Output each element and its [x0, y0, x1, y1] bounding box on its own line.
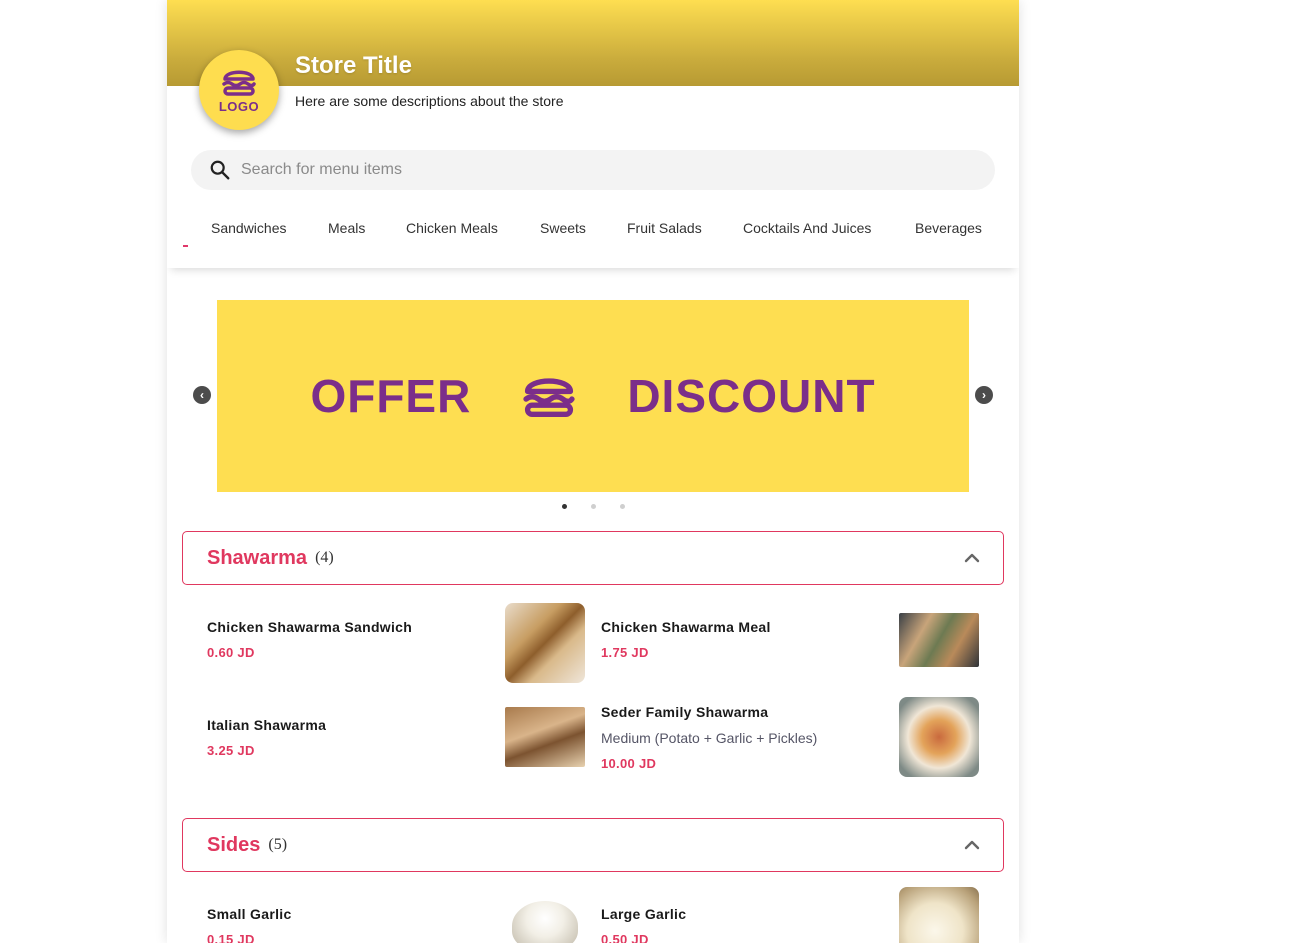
- store-description: Here are some descriptions about the sto…: [295, 93, 564, 109]
- logo-label: LOGO: [218, 98, 260, 114]
- carousel-next-button[interactable]: ›: [975, 386, 993, 404]
- chevron-up-icon: [964, 840, 980, 850]
- menu-item[interactable]: Seder Family Shawarma Medium (Potato + G…: [601, 697, 979, 777]
- item-image: [899, 697, 979, 777]
- item-name: Italian Shawarma: [207, 717, 327, 733]
- tab-cocktails-and-juices[interactable]: Cocktails And Juices: [743, 220, 871, 236]
- item-name: Seder Family Shawarma: [601, 704, 769, 720]
- search-icon: [210, 160, 230, 180]
- store-logo: LOGO: [199, 50, 279, 130]
- item-price: 0.60 JD: [207, 645, 255, 660]
- tab-chicken-meals[interactable]: Chicken Meals: [406, 220, 498, 236]
- item-name: Chicken Shawarma Meal: [601, 619, 771, 635]
- item-image: [512, 901, 578, 943]
- chevron-up-icon: [964, 553, 980, 563]
- active-tab-indicator: [183, 245, 188, 247]
- item-image: [505, 707, 585, 767]
- carousel-dot-3[interactable]: [619, 504, 625, 509]
- search-input[interactable]: [241, 161, 941, 179]
- burger-icon: [222, 70, 256, 96]
- section-header-shawarma[interactable]: Shawarma (4): [182, 531, 1004, 585]
- search-bar[interactable]: [191, 150, 995, 190]
- category-tabs: Sandwiches Meals Chicken Meals Sweets Fr…: [167, 198, 1019, 268]
- menu-page: LOGO Store Title Here are some descripti…: [167, 0, 1019, 943]
- carousel-prev-button[interactable]: ‹: [193, 386, 211, 404]
- item-image: [899, 613, 979, 667]
- discount-text: DISCOUNT: [627, 370, 876, 422]
- carousel-dots: [167, 504, 1019, 509]
- item-image: [899, 887, 979, 943]
- section-count: (4): [315, 549, 334, 566]
- item-image: [505, 603, 585, 683]
- item-price: 3.25 JD: [207, 743, 255, 758]
- item-price: 1.75 JD: [601, 645, 649, 660]
- item-name: Chicken Shawarma Sandwich: [207, 619, 413, 635]
- tab-sandwiches[interactable]: Sandwiches: [211, 220, 287, 236]
- menu-item[interactable]: Large Garlic 0.50 JD: [601, 887, 979, 943]
- tab-meals[interactable]: Meals: [328, 220, 365, 236]
- carousel-dot-1[interactable]: [561, 504, 567, 509]
- item-name: Small Garlic: [207, 906, 292, 922]
- offer-carousel-slide[interactable]: OFFER DISCOUNT: [217, 300, 969, 492]
- menu-item[interactable]: Chicken Shawarma Sandwich 0.60 JD: [207, 600, 585, 683]
- section-title: Sides: [207, 833, 261, 856]
- menu-item[interactable]: Italian Shawarma 3.25 JD: [207, 697, 585, 777]
- burger-icon: [523, 378, 575, 418]
- item-description: Medium (Potato + Garlic + Pickles): [601, 730, 818, 746]
- section-title: Shawarma: [207, 546, 308, 569]
- offer-text: OFFER: [310, 370, 472, 422]
- item-price: 10.00 JD: [601, 756, 657, 771]
- item-price: 0.15 JD: [207, 932, 255, 943]
- tab-sweets[interactable]: Sweets: [540, 220, 586, 236]
- tab-beverages[interactable]: Beverages: [915, 220, 982, 236]
- tab-fruit-salads[interactable]: Fruit Salads: [627, 220, 702, 236]
- item-price: 0.50 JD: [601, 932, 649, 943]
- menu-item[interactable]: Small Garlic 0.15 JD: [207, 887, 585, 943]
- store-title: Store Title: [295, 52, 412, 79]
- section-count: (5): [268, 836, 288, 853]
- menu-item[interactable]: Chicken Shawarma Meal 1.75 JD: [601, 600, 979, 680]
- item-name: Large Garlic: [601, 906, 687, 922]
- carousel-dot-2[interactable]: [590, 504, 596, 509]
- section-header-sides[interactable]: Sides (5): [182, 818, 1004, 872]
